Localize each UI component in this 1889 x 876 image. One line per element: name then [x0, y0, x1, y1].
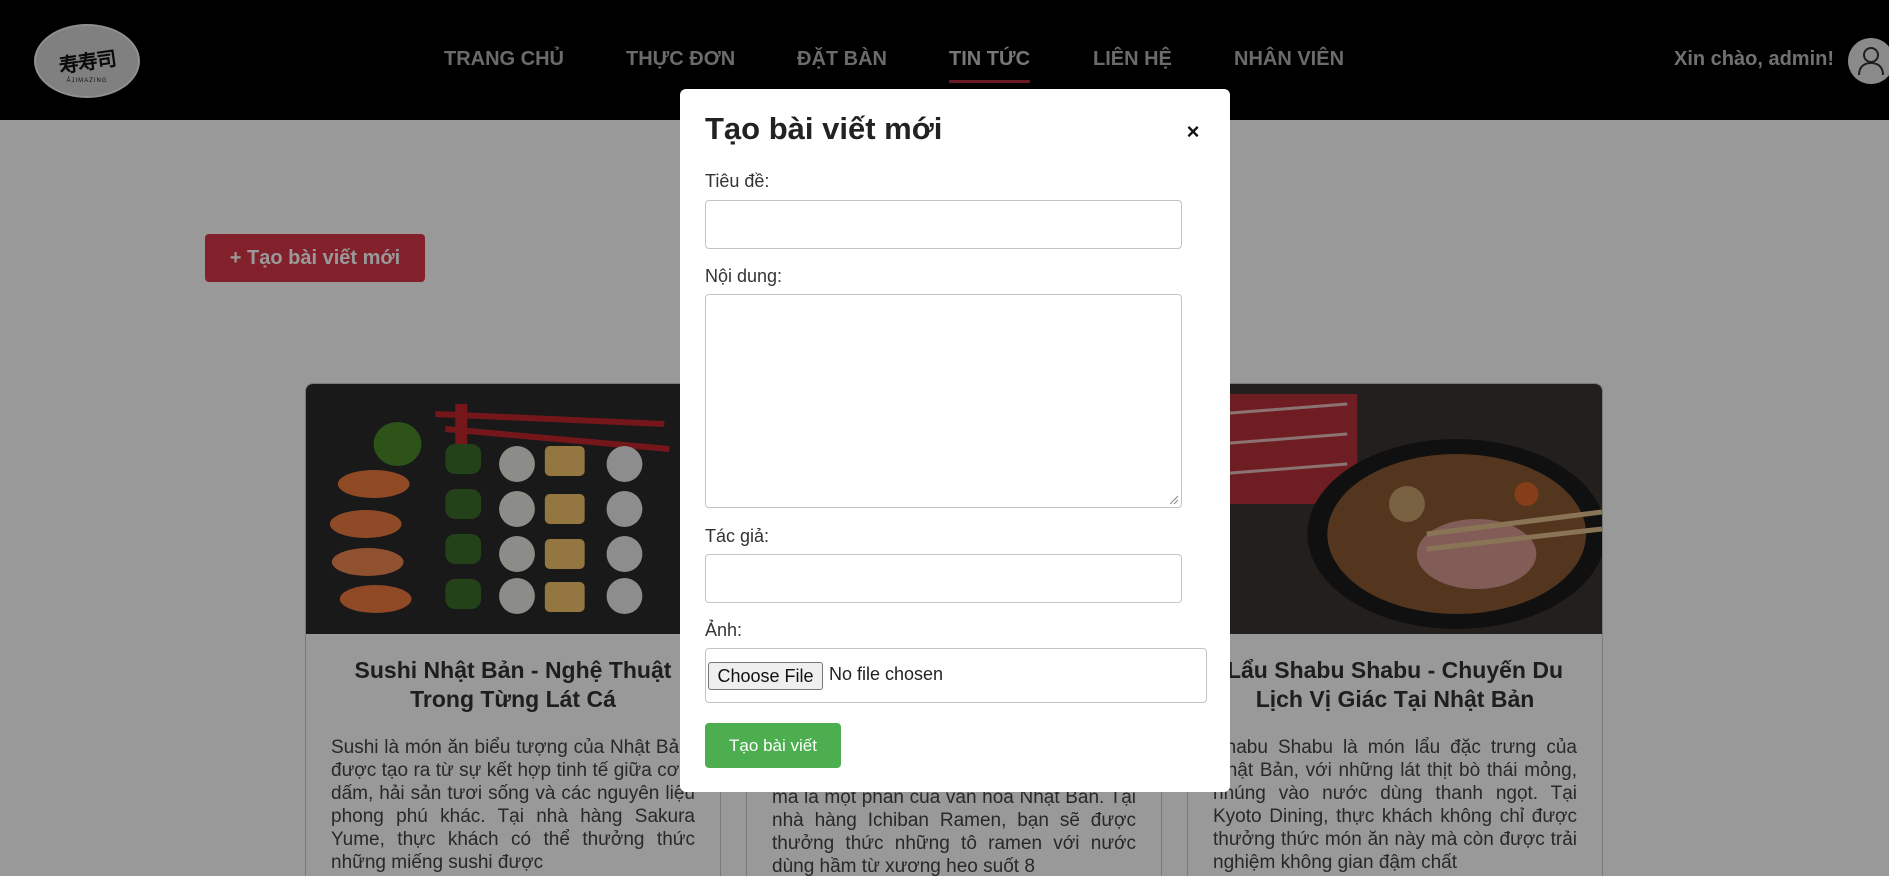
resize-grip-icon[interactable] [1169, 495, 1179, 505]
file-status: No file chosen [829, 664, 944, 684]
author-field-label: Tác giả: [705, 526, 770, 546]
title-field-label: Tiêu đề: [705, 171, 770, 191]
create-post-modal: Tạo bài viết mới × Tiêu đề: Nội dung: Tá… [680, 89, 1230, 792]
image-field-label: Ảnh: [705, 620, 743, 640]
image-file-input[interactable]: Choose File No file chosen [705, 648, 1207, 703]
content-textarea[interactable] [705, 294, 1182, 508]
author-field[interactable] [705, 554, 1182, 603]
content-field-label: Nội dung: [705, 266, 783, 286]
submit-post-button[interactable]: Tạo bài viết [705, 723, 841, 768]
choose-file-button[interactable]: Choose File [708, 662, 823, 690]
title-field[interactable] [705, 200, 1182, 249]
modal-title: Tạo bài viết mới [705, 111, 943, 146]
close-button[interactable]: × [1178, 117, 1208, 147]
